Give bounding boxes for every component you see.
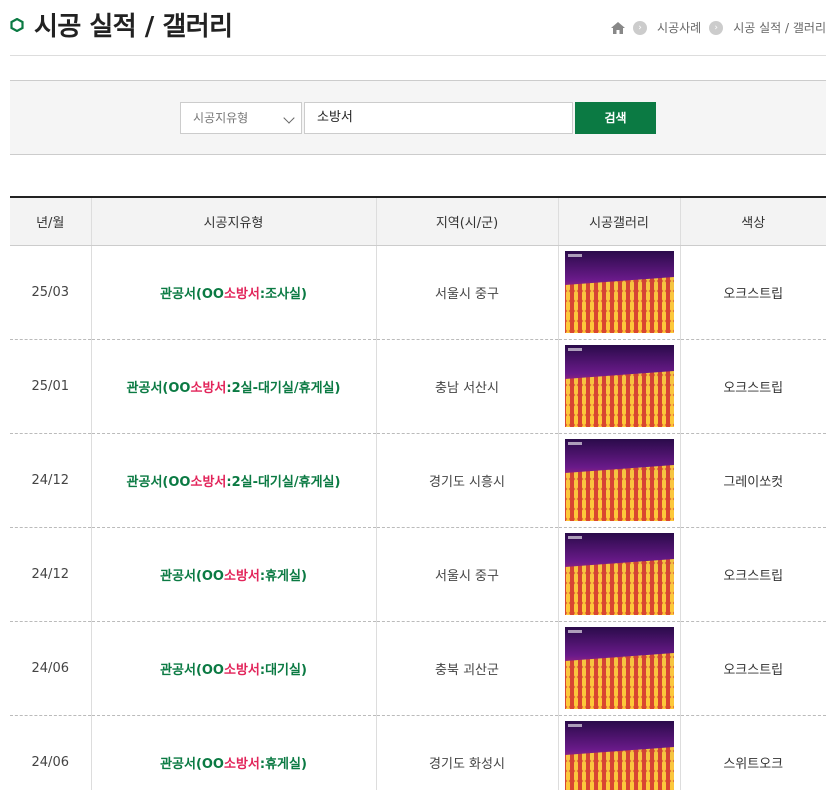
- col-header-type: 시공지유형: [90, 196, 376, 246]
- type-highlight: 소방서: [224, 756, 260, 772]
- table-row[interactable]: 25/03 관공서(OO소방서:조사실) 서울시 중구 오크스트립: [10, 245, 826, 340]
- type-suffix: :휴게실): [259, 756, 307, 772]
- cell-type[interactable]: 관공서(OO소방서:대기실): [90, 621, 376, 716]
- cell-region: 충남 서산시: [375, 339, 558, 434]
- cell-color: 오크스트립: [679, 621, 826, 716]
- type-highlight: 소방서: [224, 568, 260, 584]
- cell-date: 24/06: [10, 715, 91, 790]
- type-suffix: :휴게실): [259, 568, 307, 584]
- type-highlight: 소방서: [224, 662, 260, 678]
- type-prefix: 관공서(OO: [126, 474, 191, 490]
- type-select-value: 시공지유형: [193, 111, 249, 125]
- type-suffix: :조사실): [259, 286, 307, 302]
- cell-color: 오크스트립: [679, 527, 826, 622]
- page-title: 시공 실적 / 갤러리: [34, 12, 233, 42]
- table-row[interactable]: 24/06 관공서(OO소방서:휴게실) 경기도 화성시 스위트오크: [10, 715, 826, 790]
- cell-type[interactable]: 관공서(OO소방서:휴게실): [90, 527, 376, 622]
- cell-region: 경기도 화성시: [375, 715, 558, 790]
- thermal-image[interactable]: [564, 439, 674, 521]
- cell-color: 스위트오크: [679, 715, 826, 790]
- cell-color: 그레이쏘컷: [679, 433, 826, 528]
- type-prefix: 관공서(OO: [126, 380, 191, 396]
- cell-date: 24/12: [10, 527, 91, 622]
- cell-type[interactable]: 관공서(OO소방서:휴게실): [90, 715, 376, 790]
- cell-gallery[interactable]: [557, 621, 680, 716]
- cell-region: 서울시 중구: [375, 245, 558, 340]
- col-header-color: 색상: [679, 196, 826, 246]
- type-highlight: 소방서: [190, 474, 227, 490]
- search-box: 시공지유형 소방서 검색: [10, 80, 826, 155]
- results-table: 년/월 시공지유형 지역(시/군) 시공갤러리 색상 25/03 관공서(OO소방…: [10, 196, 826, 790]
- breadcrumb: › 시공사례 › 시공 실적 / 갤러리: [611, 19, 826, 36]
- type-suffix: :대기실): [259, 662, 307, 678]
- page-header: 시공 실적 / 갤러리 › 시공사례 › 시공 실적 / 갤러리: [10, 0, 826, 56]
- search-input[interactable]: 소방서: [304, 102, 573, 134]
- breadcrumb-item-current[interactable]: 시공 실적 / 갤러리: [733, 19, 826, 36]
- type-prefix: 관공서(OO: [160, 756, 224, 772]
- cell-region: 경기도 시흥시: [375, 433, 558, 528]
- type-suffix: :2실-대기실/휴게실): [226, 380, 341, 396]
- cell-date: 25/01: [10, 339, 91, 434]
- table-row[interactable]: 24/12 관공서(OO소방서:2실-대기실/휴게실) 경기도 시흥시 그레이쏘컷: [10, 433, 826, 528]
- type-highlight: 소방서: [224, 286, 260, 302]
- thermal-image[interactable]: [564, 533, 674, 615]
- cell-gallery[interactable]: [557, 715, 680, 790]
- table-row[interactable]: 24/12 관공서(OO소방서:휴게실) 서울시 중구 오크스트립: [10, 527, 826, 622]
- cell-date: 24/06: [10, 621, 91, 716]
- cell-type[interactable]: 관공서(OO소방서:조사실): [90, 245, 376, 340]
- cell-region: 서울시 중구: [375, 527, 558, 622]
- cell-date: 24/12: [10, 433, 91, 528]
- table-header-row: 년/월 시공지유형 지역(시/군) 시공갤러리 색상: [10, 196, 826, 246]
- cell-type[interactable]: 관공서(OO소방서:2실-대기실/휴게실): [90, 339, 376, 434]
- cell-gallery[interactable]: [557, 339, 680, 434]
- hexagon-icon: [10, 17, 24, 32]
- thermal-image[interactable]: [564, 345, 674, 427]
- cell-type[interactable]: 관공서(OO소방서:2실-대기실/휴게실): [90, 433, 376, 528]
- type-prefix: 관공서(OO: [160, 662, 224, 678]
- breadcrumb-item-cases[interactable]: 시공사례: [657, 19, 701, 36]
- home-icon[interactable]: [611, 21, 626, 34]
- title-wrap: 시공 실적 / 갤러리: [10, 6, 233, 43]
- chevron-down-icon: [283, 112, 295, 124]
- cell-color: 오크스트립: [679, 339, 826, 434]
- type-prefix: 관공서(OO: [160, 568, 224, 584]
- col-header-region: 지역(시/군): [375, 196, 558, 246]
- col-header-date: 년/월: [10, 196, 91, 246]
- type-prefix: 관공서(OO: [160, 286, 224, 302]
- thermal-image[interactable]: [564, 721, 674, 790]
- cell-region: 충북 괴산군: [375, 621, 558, 716]
- cell-color: 오크스트립: [679, 245, 826, 340]
- table-row[interactable]: 25/01 관공서(OO소방서:2실-대기실/휴게실) 충남 서산시 오크스트립: [10, 339, 826, 434]
- type-highlight: 소방서: [190, 380, 227, 396]
- table-row[interactable]: 24/06 관공서(OO소방서:대기실) 충북 괴산군 오크스트립: [10, 621, 826, 716]
- cell-gallery[interactable]: [557, 245, 680, 340]
- chevron-right-icon: ›: [633, 20, 648, 35]
- type-suffix: :2실-대기실/휴게실): [226, 474, 341, 490]
- chevron-right-icon: ›: [709, 20, 724, 35]
- cell-gallery[interactable]: [557, 527, 680, 622]
- thermal-image[interactable]: [564, 627, 674, 709]
- search-button[interactable]: 검색: [575, 102, 656, 134]
- type-select[interactable]: 시공지유형: [180, 102, 302, 134]
- thermal-image[interactable]: [564, 251, 674, 333]
- col-header-gallery: 시공갤러리: [557, 196, 680, 246]
- cell-date: 25/03: [10, 245, 91, 340]
- cell-gallery[interactable]: [557, 433, 680, 528]
